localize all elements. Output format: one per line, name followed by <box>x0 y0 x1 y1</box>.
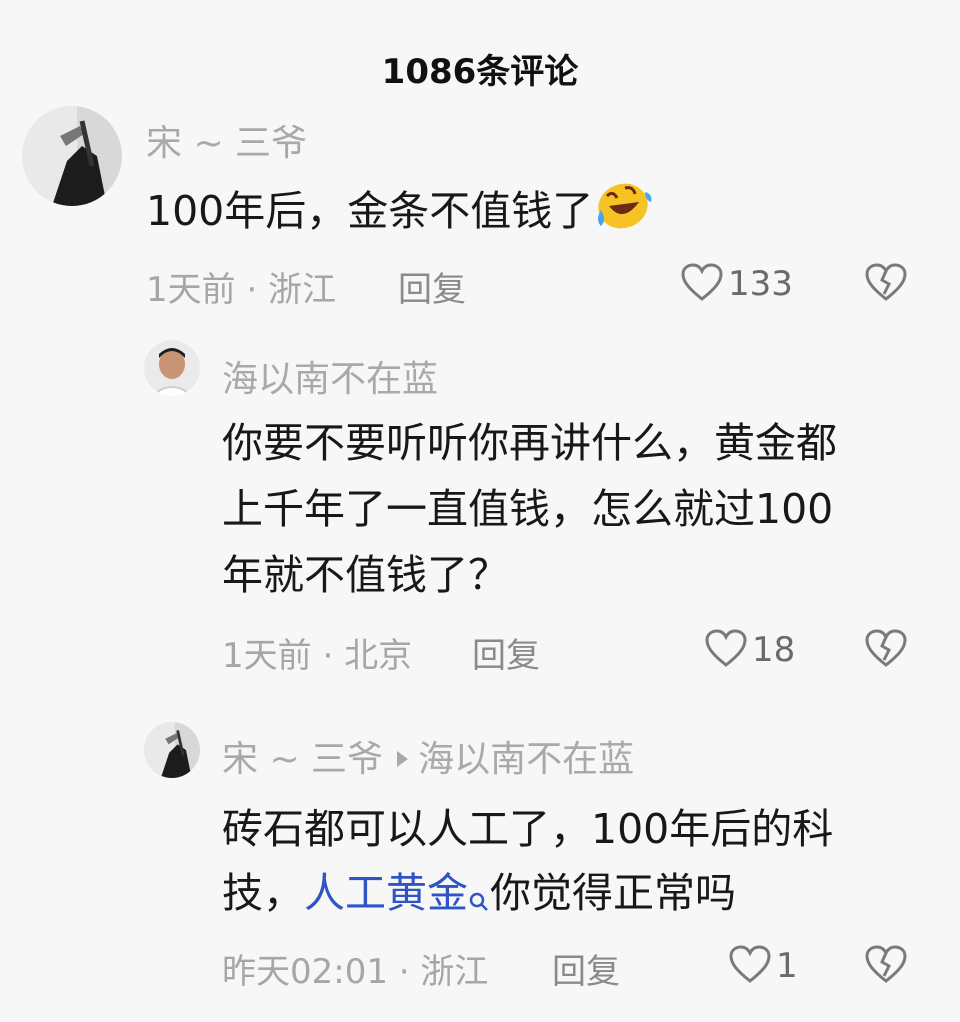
comment-meta: 1天前 · 浙江 <box>146 262 336 311</box>
reply-button[interactable]: 回复 <box>398 262 466 311</box>
like-count: 1 <box>776 946 798 986</box>
comment-text-line: 你要不要听听你再讲什么，黄金都 <box>222 419 837 467</box>
separator: · <box>246 270 258 310</box>
comment-text-segment: 技， <box>222 869 304 917</box>
reply-arrow-icon <box>397 751 409 767</box>
comment-text: 100年后，金条不值钱了 <box>146 178 653 249</box>
like-button[interactable]: 133 <box>680 262 793 306</box>
comment-username[interactable]: 海以南不在蓝 <box>222 350 438 402</box>
comment-location: 北京 <box>344 636 413 676</box>
reply-button[interactable]: 回复 <box>472 628 540 677</box>
comment-time: 1天前 <box>146 270 236 310</box>
avatar[interactable] <box>144 340 200 396</box>
heart-outline-icon <box>704 628 748 672</box>
comment-location: 浙江 <box>420 952 489 992</box>
reply-header: 宋 ~ 三爷 海以南不在蓝 <box>222 730 634 782</box>
separator: · <box>398 952 410 992</box>
comment-time: 昨天02:01 <box>222 952 388 992</box>
broken-heart-icon <box>864 945 908 988</box>
broken-heart-icon <box>864 629 908 672</box>
comment-text-line: 年就不值钱了？ <box>222 551 509 599</box>
dislike-button[interactable] <box>864 944 908 988</box>
reply-button[interactable]: 回复 <box>552 944 620 993</box>
comments-count-title: 1086条评论 <box>381 52 579 92</box>
comment-location: 浙江 <box>268 270 337 310</box>
rofl-emoji-icon <box>595 180 653 249</box>
heart-outline-icon <box>680 262 724 306</box>
comment-text-line: 砖石都可以人工了，100年后的科 <box>222 805 834 853</box>
like-button[interactable]: 1 <box>728 944 798 988</box>
search-icon[interactable] <box>468 866 490 932</box>
avatar[interactable] <box>22 106 122 206</box>
avatar[interactable] <box>144 722 200 778</box>
dislike-button[interactable] <box>864 262 908 306</box>
comment-meta: 昨天02:01 · 浙江 <box>222 944 488 993</box>
like-count: 18 <box>752 630 796 670</box>
like-count: 133 <box>728 264 793 304</box>
comment-text-line: 上千年了一直值钱，怎么就过100 <box>222 485 834 533</box>
comment-username[interactable]: 宋 ~ 三爷 <box>146 114 307 166</box>
separator: · <box>322 636 334 676</box>
comment-username[interactable]: 宋 ~ 三爷 <box>222 739 383 780</box>
search-keyword-link[interactable]: 人工黄金 <box>304 869 468 917</box>
comment-text-line: 技，人工黄金 你觉得正常吗 <box>222 860 736 932</box>
reply-to-username[interactable]: 海以南不在蓝 <box>418 739 634 780</box>
comment-text-content: 100年后，金条不值钱了 <box>146 187 594 235</box>
dislike-button[interactable] <box>864 628 908 672</box>
comment-text-segment: 你觉得正常吗 <box>490 869 736 917</box>
heart-outline-icon <box>728 944 772 988</box>
comment-meta: 1天前 · 北京 <box>222 628 412 677</box>
broken-heart-icon <box>864 263 908 306</box>
like-button[interactable]: 18 <box>704 628 795 672</box>
comment-time: 1天前 <box>222 636 312 676</box>
